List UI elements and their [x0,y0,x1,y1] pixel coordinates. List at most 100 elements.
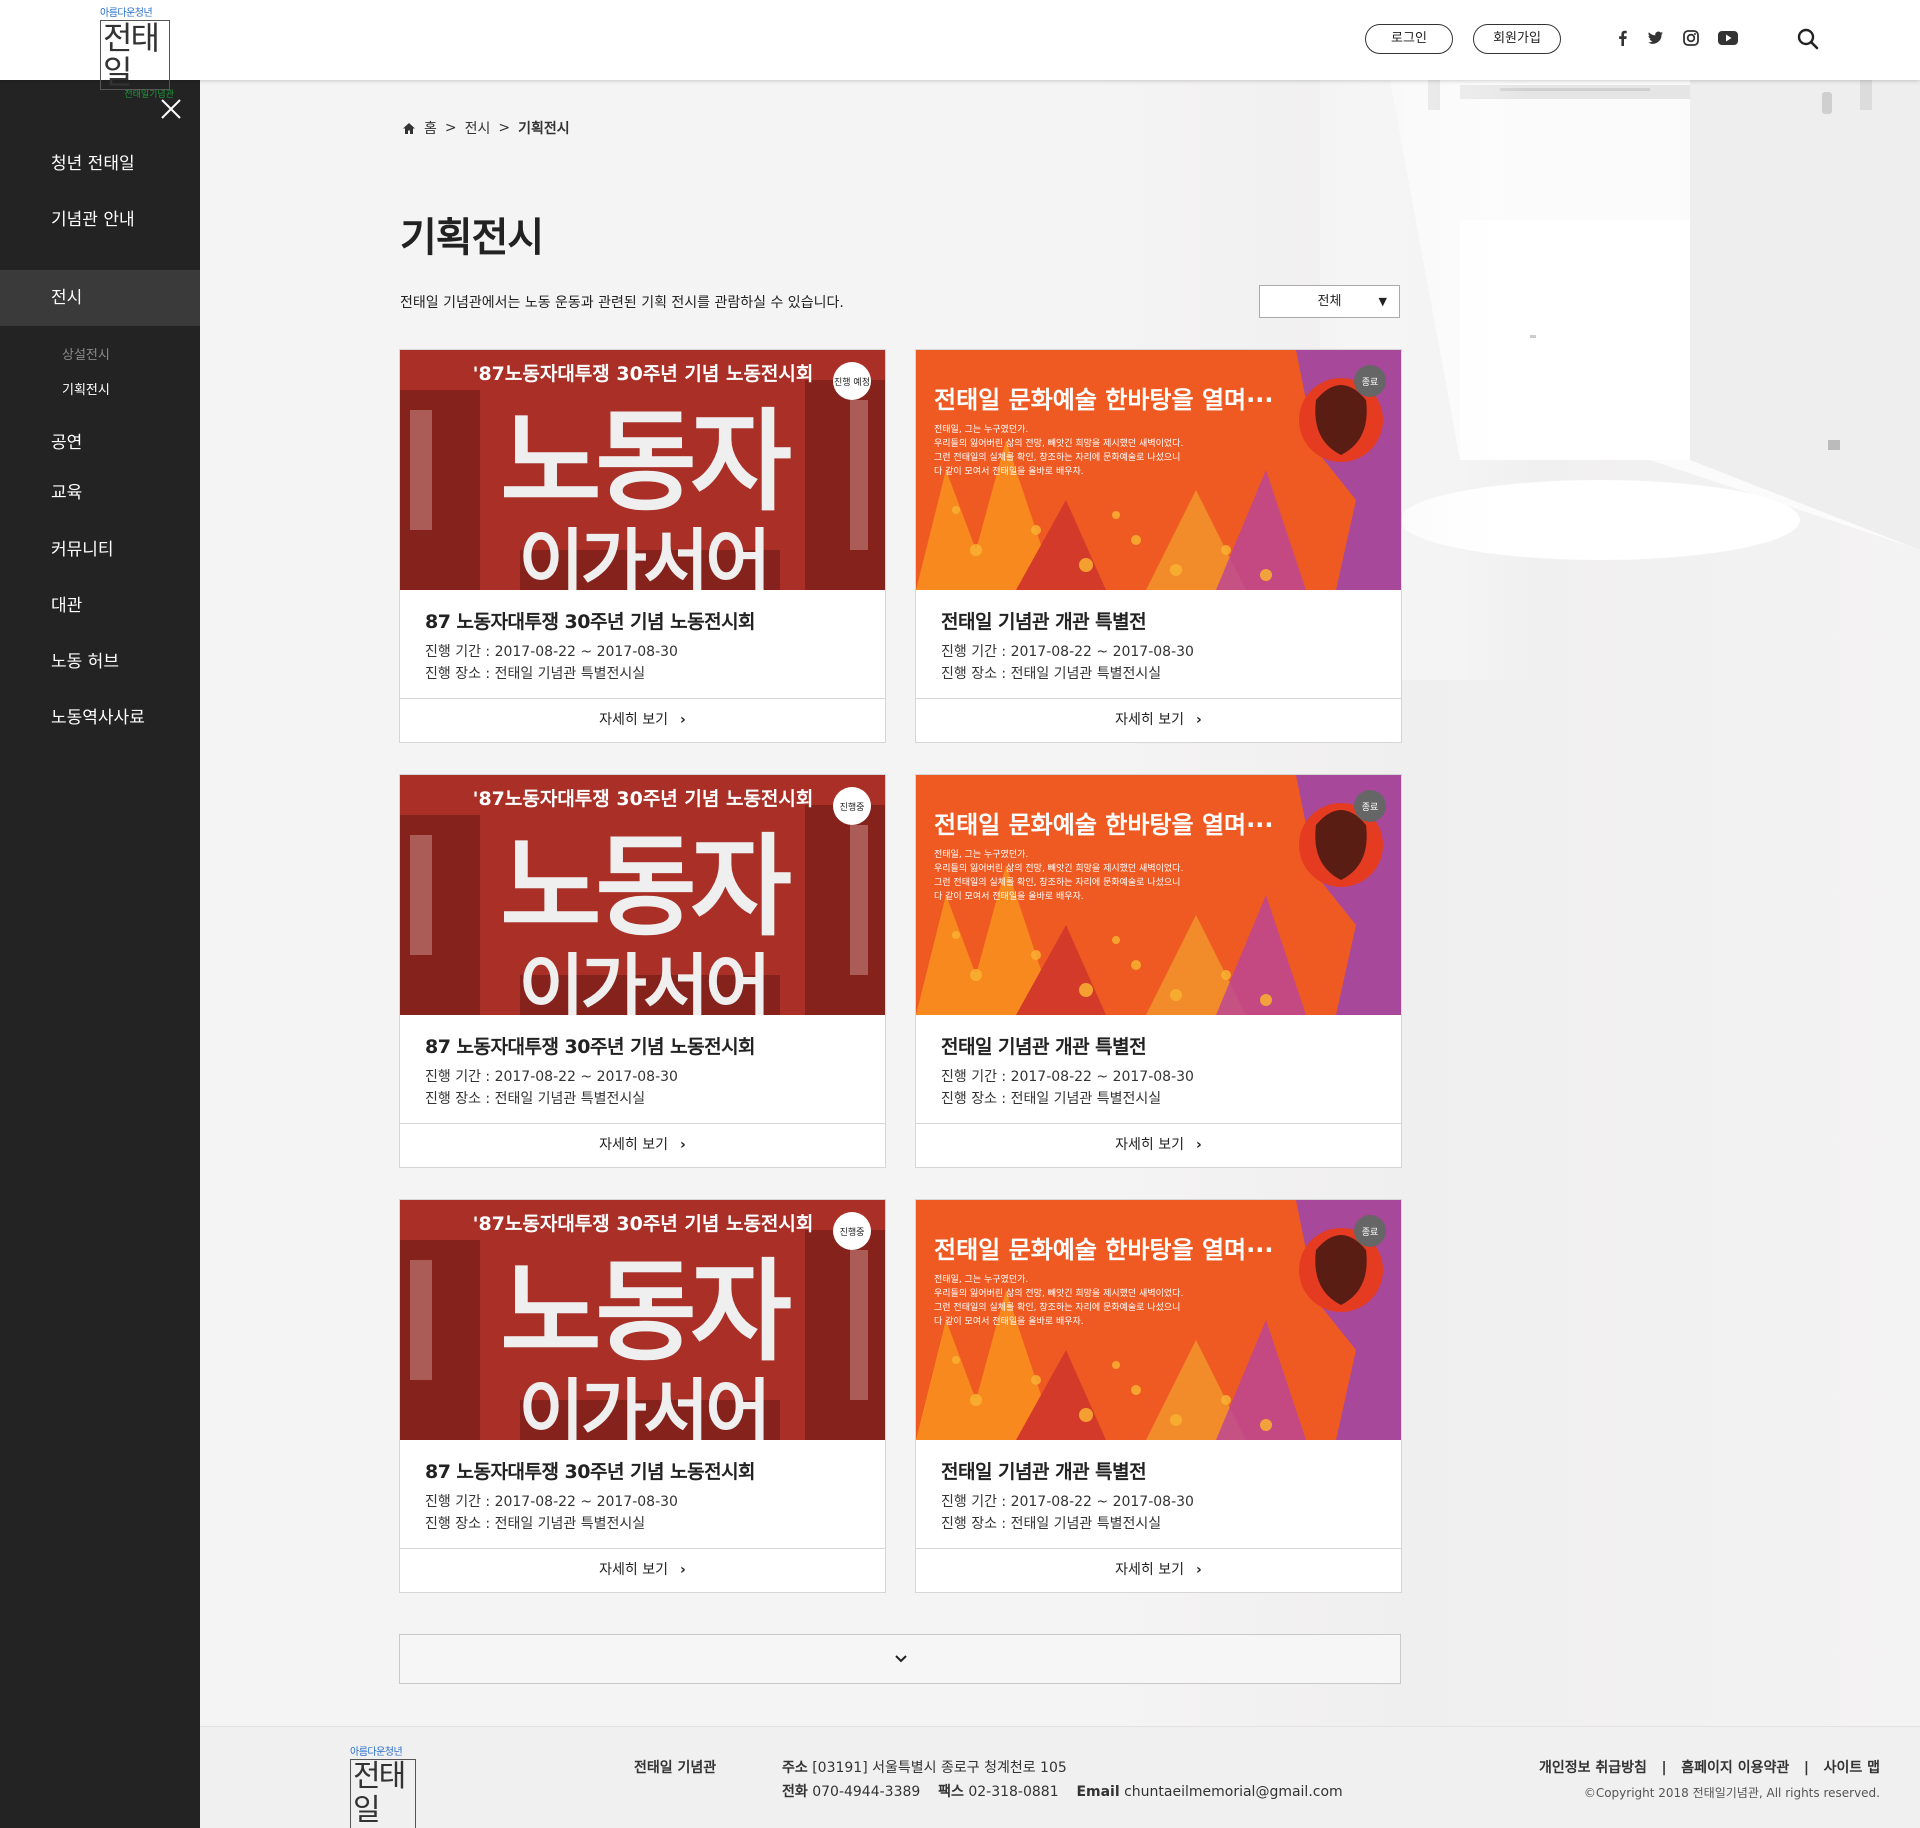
nav-item-labor-hub[interactable]: 노동 허브 [0,634,200,690]
fax-value: 02-318-0881 [968,1784,1059,1800]
card-thumbnail[interactable]: 전태일 문화예술 한바탕을 열며··· 전태일, 그는 누구였던가. 우리들의 … [916,775,1401,1015]
youtube-icon[interactable] [1716,28,1740,48]
nav-item-community[interactable]: 커뮤니티 [0,522,200,578]
poster-status-badge: 종료 [1362,802,1379,813]
nav-item-performance[interactable]: 공연 [0,415,200,471]
poster-labor-exhibition-image: '87노동자대투쟁 30주년 기념 노동전시회 노동자 이가서어 진행중 [400,775,885,1015]
nav-item-chunteail[interactable]: 청년 전태일 [0,136,200,192]
chevron-right-icon: › [1196,712,1202,728]
card-thumbnail[interactable]: '87노동자대투쟁 30주년 기념 노동전시회 노동자 이가서어 진행 예정 [400,350,885,590]
poster-b-headline: 전태일 문화예술 한바탕을 열며··· [934,1236,1273,1264]
load-more-button[interactable] [399,1634,1401,1684]
card-thumbnail[interactable]: 전태일 문화예술 한바탕을 열며··· 전태일, 그는 누구였던가. 우리들의 … [916,350,1401,590]
address-value: [03191] 서울특별시 종로구 청계천로 105 [812,1760,1067,1776]
poster-labor-exhibition-image: '87노동자대투쟁 30주년 기념 노동전시회 노동자 이가서어 진행중 [400,1200,885,1440]
page-title: 기획전시 [400,214,544,261]
card-period: 진행 기간 : 2017-08-22 ~ 2017-08-30 [941,1494,1194,1510]
poster-status-badge: 종료 [1362,377,1379,388]
card-thumbnail[interactable]: 전태일 문화예술 한바탕을 열며··· 전태일, 그는 누구였던가. 우리들의 … [916,1200,1401,1440]
login-button[interactable]: 로그인 [1365,24,1453,54]
site-logo[interactable]: 아름다운청년 전태일 전태일기념관 [100,8,180,100]
card-title[interactable]: 87 노동자대투쟁 30주년 기념 노동전시회 [425,1032,756,1059]
sub-item-special[interactable]: 기획전시 [62,379,110,398]
footer-logo-main: 전태일 [350,1759,416,1828]
category-filter-select[interactable]: 전체 ▼ [1259,285,1400,318]
poster-opening-exhibition-image: 전태일 문화예술 한바탕을 열며··· 전태일, 그는 누구였던가. 우리들의 … [916,775,1401,1015]
top-header: 아름다운청년 전태일 전태일기념관 로그인 회원가입 [0,0,1920,100]
exhibition-card[interactable]: 전태일 문화예술 한바탕을 열며··· 전태일, 그는 누구였던가. 우리들의 … [915,774,1402,1168]
card-title[interactable]: 87 노동자대투쟁 30주년 기념 노동전시회 [425,1457,756,1484]
poster-b-body-line: 다 같이 모여서 전태일을 올바로 배우자. [934,890,1084,902]
view-details-button[interactable]: 자세히 보기 › [916,1123,1401,1167]
nav-item-archives[interactable]: 노동역사사료 [0,690,200,746]
view-details-button[interactable]: 자세히 보기 › [916,698,1401,742]
poster-b-body-line: 다 같이 모여서 전태일을 올바로 배우자. [934,1315,1084,1327]
view-details-button[interactable]: 자세히 보기 › [400,1548,885,1592]
footer-links: 개인정보 취급방침 | 홈페이지 이용약관 | 사이트 맵 [1539,1757,1880,1777]
footer-link-separator: | [1803,1760,1809,1776]
poster-b-headline: 전태일 문화예술 한바탕을 열며··· [934,811,1273,839]
instagram-icon[interactable] [1680,28,1702,48]
breadcrumb-home[interactable]: 홈 [424,118,437,138]
facebook-icon[interactable] [1612,28,1634,48]
nav-item-exhibition[interactable]: 전시 [0,270,200,326]
exhibition-card[interactable]: '87노동자대투쟁 30주년 기념 노동전시회 노동자 이가서어 진행중 87 … [399,1199,886,1593]
logo-subtitle: 전태일기념관 [124,90,174,100]
sitemap-link[interactable]: 사이트 맵 [1824,1760,1880,1776]
poster-a-headline: '87노동자대투쟁 30주년 기념 노동전시회 [473,363,814,385]
privacy-policy-link[interactable]: 개인정보 취급방침 [1539,1760,1647,1776]
view-details-button[interactable]: 자세히 보기 › [916,1548,1401,1592]
nav-item-about[interactable]: 기념관 안내 [0,192,200,248]
exhibition-card[interactable]: 전태일 문화예술 한바탕을 열며··· 전태일, 그는 누구였던가. 우리들의 … [915,1199,1402,1593]
address-label: 주소 [782,1760,808,1776]
card-title[interactable]: 전태일 기념관 개관 특별전 [941,607,1147,634]
view-details-label: 자세히 보기 [1115,712,1185,728]
card-place: 진행 장소 : 전태일 기념관 특별전시실 [941,666,1162,682]
poster-b-body-line: 전태일, 그는 누구였던가. [934,424,1028,435]
tel-value: 070-4944-3389 [812,1784,921,1800]
card-thumbnail[interactable]: '87노동자대투쟁 30주년 기념 노동전시회 노동자 이가서어 진행중 [400,775,885,1015]
card-place: 진행 장소 : 전태일 기념관 특별전시실 [941,1516,1162,1532]
home-icon[interactable] [402,122,416,135]
view-details-button[interactable]: 자세히 보기 › [400,1123,885,1167]
card-title[interactable]: 전태일 기념관 개관 특별전 [941,1032,1147,1059]
breadcrumb: 홈 > 전시 > 기획전시 [402,118,570,138]
nav-item-rental[interactable]: 대관 [0,578,200,634]
nav-item-education[interactable]: 교육 [0,465,200,521]
dropdown-arrow-icon: ▼ [1378,295,1387,308]
twitter-icon[interactable] [1644,28,1666,48]
poster-status-badge: 진행중 [840,801,865,813]
poster-b-body-line: 다 같이 모여서 전태일을 올바로 배우자. [934,465,1084,477]
chevron-down-icon [895,1655,907,1663]
poster-b-body-line: 우리들의 잃어버린 삶의 전망, 빼앗긴 희망을 제시했던 새벽이었다. [934,437,1183,449]
view-details-button[interactable]: 자세히 보기 › [400,698,885,742]
breadcrumb-exhibition[interactable]: 전시 [465,118,491,138]
site-footer: 아름다운청년 전태일 전태일기념관 전태일 기념관 주소 [03191] 서울특… [200,1726,1920,1828]
poster-a-big-text: 노동자 [500,823,790,951]
exhibition-card[interactable]: '87노동자대투쟁 30주년 기념 노동전시회 노동자 이가서어 진행중 87 … [399,774,886,1168]
exhibition-card[interactable]: '87노동자대투쟁 30주년 기념 노동전시회 노동자 이가서어 진행 예정 8… [399,349,886,743]
card-place: 진행 장소 : 전태일 기념관 특별전시실 [425,1516,646,1532]
poster-status-badge: 진행중 [840,1226,865,1238]
poster-a-headline: '87노동자대투쟁 30주년 기념 노동전시회 [473,788,814,810]
poster-a-big-text: 노동자 [500,398,790,526]
poster-b-body-line: 전태일, 그는 누구였던가. [934,1274,1028,1285]
exhibition-card[interactable]: 전태일 문화예술 한바탕을 열며··· 전태일, 그는 누구였던가. 우리들의 … [915,349,1402,743]
poster-status-badge: 종료 [1362,1227,1379,1238]
logo-main-text: 전태일 [100,20,170,90]
poster-labor-exhibition-image: '87노동자대투쟁 30주년 기념 노동전시회 노동자 이가서어 진행 예정 [400,350,885,590]
sub-item-permanent[interactable]: 상설전시 [62,344,110,363]
card-thumbnail[interactable]: '87노동자대투쟁 30주년 기념 노동전시회 노동자 이가서어 진행중 [400,1200,885,1440]
card-title[interactable]: 87 노동자대투쟁 30주년 기념 노동전시회 [425,607,756,634]
gallery-background-image [1320,80,1920,680]
signup-button[interactable]: 회원가입 [1473,24,1561,54]
footer-address: 주소 [03191] 서울특별시 종로구 청계천로 105 [782,1757,1067,1777]
card-period: 진행 기간 : 2017-08-22 ~ 2017-08-30 [941,1069,1194,1085]
copyright-text: ©Copyright 2018 전태일기념관, All rights reser… [1583,1786,1880,1800]
footer-logo[interactable]: 아름다운청년 전태일 전태일기념관 [350,1747,426,1828]
card-title[interactable]: 전태일 기념관 개관 특별전 [941,1457,1147,1484]
terms-link[interactable]: 홈페이지 이용약관 [1681,1760,1789,1776]
search-icon[interactable] [1796,27,1820,51]
poster-a-big-text-2: 이가서어 [519,521,768,590]
poster-a-big-text-2: 이가서어 [519,946,768,1015]
